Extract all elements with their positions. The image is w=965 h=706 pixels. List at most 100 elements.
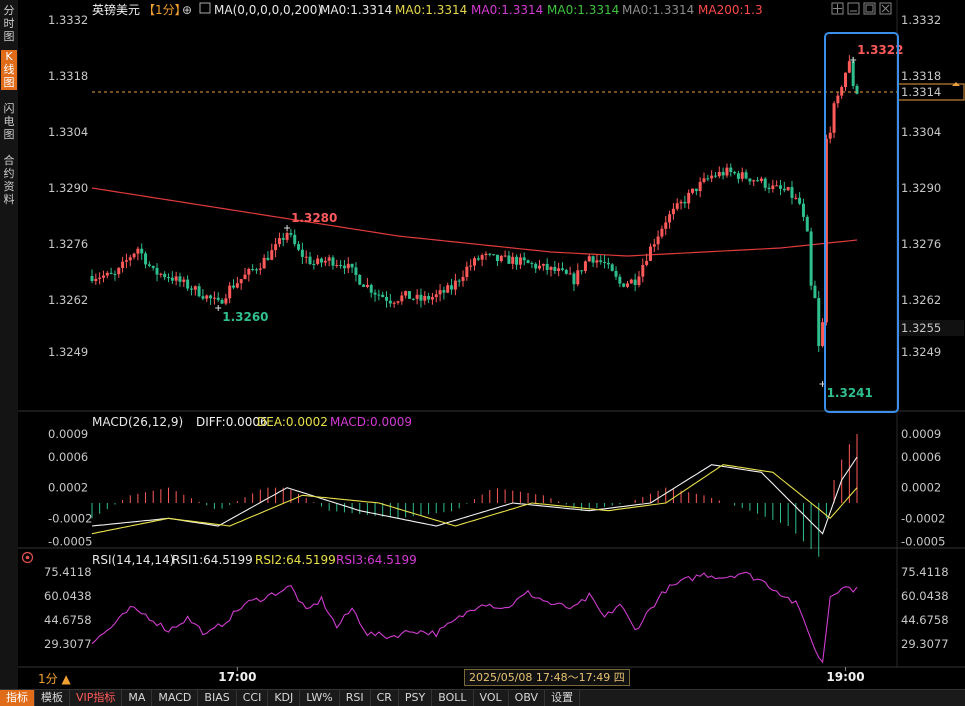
candle-body xyxy=(365,284,369,287)
candle-body xyxy=(767,187,771,190)
rsi-axis-label-right: 44.6758 xyxy=(901,613,949,627)
candle-body xyxy=(534,263,538,269)
candle-body xyxy=(560,268,564,270)
indicator-tab[interactable]: RSI xyxy=(340,690,371,706)
indicator-tab[interactable]: CR xyxy=(371,690,399,706)
candle-body xyxy=(771,185,775,190)
candle-body xyxy=(113,273,117,275)
candle-body xyxy=(132,253,136,258)
indicator-tab[interactable]: 模板 xyxy=(35,690,70,706)
candle-body xyxy=(633,279,637,285)
candle-body xyxy=(289,233,293,235)
candle-body xyxy=(373,292,377,295)
candle-body xyxy=(629,279,633,284)
ma-value-3: MA0:1.3314 xyxy=(471,3,543,17)
time-tick-label: 17:00 xyxy=(218,670,256,684)
chart-canvas: 英镑美元 【1分】 ⊕ MA(0,0,0,0,0,200) MA0:1.3314… xyxy=(18,0,965,689)
candle-body xyxy=(740,172,744,179)
candle-body xyxy=(144,253,148,265)
candle-body xyxy=(752,180,756,182)
indicator-tab[interactable]: PSY xyxy=(399,690,433,706)
candle-body xyxy=(503,255,507,257)
candle-body xyxy=(186,279,190,289)
macd-macd-value: MACD:0.0009 xyxy=(330,415,412,429)
candle-body xyxy=(706,178,710,180)
candle-body xyxy=(136,248,140,254)
indicator-settings-icon[interactable] xyxy=(21,551,34,564)
indicator-tab[interactable]: BIAS xyxy=(198,690,237,706)
candle-body xyxy=(488,253,492,255)
symbol-label: 英镑美元 xyxy=(92,2,140,17)
candle-body xyxy=(209,295,213,299)
candle-body xyxy=(530,263,534,265)
candle-body xyxy=(358,274,362,285)
candle-body xyxy=(453,280,457,290)
candle-body xyxy=(518,257,522,265)
indicator-tab[interactable]: KDJ xyxy=(268,690,301,706)
macd-params: MACD(26,12,9) xyxy=(92,415,183,429)
price-axis-label-left: 1.3304 xyxy=(48,125,88,139)
price-axis-label-left: 1.3332 xyxy=(48,13,88,27)
candle-body xyxy=(668,214,672,223)
indicator-tab[interactable]: LW% xyxy=(300,690,340,706)
candle-body xyxy=(855,85,859,94)
candle-body xyxy=(469,265,473,267)
candle-body xyxy=(805,216,809,232)
candle-body xyxy=(320,258,323,263)
candle-body xyxy=(94,278,98,281)
candle-body xyxy=(163,273,167,278)
candle-body xyxy=(809,231,813,286)
candle-body xyxy=(495,254,499,262)
candle-body xyxy=(526,260,530,264)
candle-body xyxy=(258,268,262,270)
candle-body xyxy=(476,258,480,260)
candle-body xyxy=(438,290,442,295)
indicator-tab[interactable]: 设置 xyxy=(545,690,581,706)
ma-value-4: MA0:1.3314 xyxy=(547,3,619,17)
candle-body xyxy=(189,288,193,290)
price-axis-label-right: 1.3262 xyxy=(901,293,941,307)
candle-body xyxy=(450,285,454,290)
rsi-axis-label-right: 29.3077 xyxy=(901,637,949,651)
macd-legend: MACD(26,12,9) DIFF:0.0006 DEA:0.0002 MAC… xyxy=(92,415,412,429)
candle-body xyxy=(174,276,178,281)
indicator-tab[interactable]: VOL xyxy=(474,690,509,706)
candle-body xyxy=(465,266,469,277)
indicator-tab[interactable]: CCI xyxy=(237,690,269,706)
indicator-tab[interactable]: BOLL xyxy=(432,690,474,706)
candle-body xyxy=(576,270,580,285)
candle-body xyxy=(652,244,656,247)
indicator-tab[interactable]: MACD xyxy=(152,690,199,706)
candle-body xyxy=(434,294,438,298)
candle-body xyxy=(121,261,125,268)
candle-body xyxy=(98,277,102,279)
candle-body xyxy=(675,203,679,209)
candle-body xyxy=(266,257,270,260)
candle-body xyxy=(407,291,411,299)
rsi-axis-label-left: 29.3077 xyxy=(44,637,92,651)
indicator-tab[interactable]: OBV xyxy=(509,690,546,706)
indicator-tab[interactable]: VIP指标 xyxy=(70,690,123,706)
period-selector[interactable]: 1分 ▲ xyxy=(38,670,71,687)
candle-body xyxy=(327,257,331,261)
candle-body xyxy=(312,264,316,266)
candle-body xyxy=(691,188,695,193)
candle-body xyxy=(205,295,209,299)
indicator-tab[interactable]: 指标 xyxy=(0,690,35,706)
candle-body xyxy=(817,298,821,346)
candle-body xyxy=(545,263,549,270)
macd-axis-label-right: 0.0006 xyxy=(901,450,941,464)
candle-body xyxy=(427,295,431,300)
macd-axis-label-right: -0.0002 xyxy=(901,511,945,525)
candle-body xyxy=(400,295,404,302)
candle-body xyxy=(763,178,767,188)
candle-body xyxy=(515,256,519,265)
candle-body xyxy=(232,285,236,288)
macd-axis-label-left: -0.0005 xyxy=(48,534,92,548)
candle-body xyxy=(339,264,343,266)
period-label-header: 【1分】 xyxy=(143,3,187,17)
candle-body xyxy=(683,201,687,204)
zoom-icon[interactable]: ⊕ xyxy=(182,3,192,17)
indicator-tab[interactable]: MA xyxy=(122,690,153,706)
candle-body xyxy=(614,270,618,277)
